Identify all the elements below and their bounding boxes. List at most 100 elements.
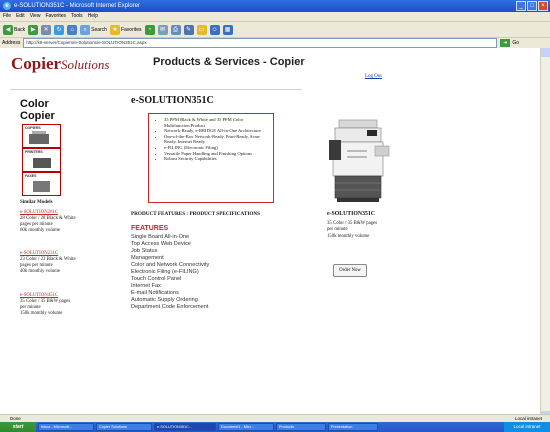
similar-model-line: 40k monthly volume bbox=[20, 269, 60, 274]
thumb-copiers[interactable]: COPIERS bbox=[22, 124, 61, 148]
sidebar-title: Color Copier bbox=[20, 98, 55, 122]
feature-highlights-box: 35 PPM Black & White and 35 PPM Color Mu… bbox=[148, 113, 274, 203]
product-tabs[interactable]: PRODUCT FEATURES : PRODUCT SPECIFICATION… bbox=[131, 211, 260, 217]
favorites-label: Favorites bbox=[120, 26, 142, 33]
similar-models-label: Similar Models bbox=[20, 200, 53, 205]
folder-icon[interactable]: ▭ bbox=[196, 24, 207, 35]
thumb-copiers-label: COPIERS bbox=[25, 126, 41, 130]
feature-item: Automatic Supply Ordering bbox=[131, 297, 198, 303]
star-icon: ★ bbox=[109, 24, 120, 35]
taskbar-item-active[interactable]: e-SOLUTION351C... bbox=[154, 423, 216, 431]
feature-item: Management bbox=[131, 255, 164, 261]
search-label: Search bbox=[91, 26, 107, 33]
menu-view[interactable]: View bbox=[30, 12, 41, 21]
start-button[interactable]: start bbox=[0, 422, 36, 432]
maximize-button[interactable]: □ bbox=[527, 1, 537, 11]
sidebar-title-line2: Copier bbox=[20, 110, 55, 122]
taskbar-item[interactable]: Inbox - Microsoft... bbox=[38, 423, 94, 431]
feature-highlight-item: One-of-the-Box Network-Ready, Print-Read… bbox=[164, 134, 269, 145]
features-heading: FEATURES bbox=[131, 225, 169, 232]
feature-item: Job Status bbox=[131, 248, 158, 254]
close-button[interactable]: × bbox=[538, 1, 548, 11]
similar-model-item: e-SOLUTION451C 35 Color / 35 B&W pages p… bbox=[20, 293, 110, 317]
feature-item: Single Board All-in-One bbox=[131, 234, 190, 240]
window-controls: _ □ × bbox=[516, 1, 548, 11]
menu-help[interactable]: Help bbox=[88, 12, 98, 21]
address-label: Address bbox=[2, 40, 21, 46]
site-logo[interactable]: CopierSolutions bbox=[11, 54, 109, 74]
search-button[interactable]: ⌕ Search bbox=[80, 24, 107, 36]
taskbar-item[interactable]: Presentation bbox=[328, 423, 378, 431]
feature-highlight-item: Network-Ready, e-BRIDGE All-in-One Archi… bbox=[164, 128, 269, 134]
feature-item: Electronic Filing (e-FILING) bbox=[131, 269, 199, 275]
status-text: Done bbox=[10, 416, 21, 421]
research-icon[interactable]: ▦ bbox=[222, 24, 233, 35]
menu-tools[interactable]: Tools bbox=[71, 12, 83, 21]
taskbar-item[interactable]: Document1 - Micr... bbox=[218, 423, 274, 431]
go-button[interactable]: ➜ bbox=[500, 39, 511, 47]
favorites-button[interactable]: ★ Favorites bbox=[109, 24, 142, 36]
logo-main: Copier bbox=[11, 54, 62, 73]
forward-arrow-icon[interactable]: ▶ bbox=[28, 24, 39, 35]
go-label[interactable]: Go bbox=[512, 40, 519, 46]
logout-link[interactable]: Log Out bbox=[365, 74, 382, 79]
order-now-button[interactable]: Order Now bbox=[333, 264, 367, 277]
browser-toolbar: ◀ Back ▶ ✕ ↻ ⌂ ⌕ Search ★ Favorites ◔ ✉ … bbox=[0, 21, 550, 37]
thumb-faxes-label: FAXES bbox=[25, 174, 37, 178]
status-bar: Done Local intranet bbox=[0, 414, 550, 422]
features-list: Single Board All-in-One Top Access Web D… bbox=[131, 234, 209, 311]
window-titlebar: e e-SOLUTION351C - Microsoft Internet Ex… bbox=[0, 0, 550, 12]
taskbar-item[interactable]: Copier Solutions bbox=[96, 423, 152, 431]
system-tray: Local intranet bbox=[504, 422, 550, 432]
fax-thumb-icon bbox=[33, 181, 50, 192]
similar-model-line: 150k monthly volume bbox=[20, 311, 63, 316]
print-icon[interactable]: ⎙ bbox=[170, 24, 181, 35]
page-content: CopierSolutions Products & Services - Co… bbox=[0, 48, 550, 420]
similar-model-item: e-SOLUTION281C 28 Color / 28 Black & Whi… bbox=[20, 210, 110, 234]
refresh-icon[interactable]: ↻ bbox=[54, 24, 65, 35]
feature-item: Internet Fax bbox=[131, 283, 161, 289]
copier-thumb-icon bbox=[29, 134, 49, 144]
feature-item: Department Code Enforcement bbox=[131, 304, 209, 310]
back-label: Back bbox=[14, 26, 26, 33]
address-input[interactable]: http://k8-server/Copiers/e-Solutions/e-S… bbox=[23, 38, 498, 48]
window-title: e-SOLUTION351C - Microsoft Internet Expl… bbox=[14, 3, 141, 9]
menu-edit[interactable]: Edit bbox=[16, 12, 25, 21]
windows-taskbar: start Inbox - Microsoft... Copier Soluti… bbox=[0, 422, 550, 432]
product-summary-title: e-SOLUTION351C bbox=[327, 211, 375, 217]
history-icon[interactable]: ◔ bbox=[144, 24, 155, 35]
sidebar-title-line1: Color bbox=[20, 98, 49, 110]
logo-sub: Solutions bbox=[61, 57, 110, 72]
scroll-up-button[interactable] bbox=[541, 48, 550, 57]
thumb-faxes[interactable]: FAXES bbox=[22, 172, 61, 196]
thumb-printers[interactable]: PRINTERS bbox=[22, 148, 61, 172]
feature-item: E-mail Notifications bbox=[131, 290, 179, 296]
messenger-icon[interactable]: ☺ bbox=[209, 24, 220, 35]
menu-bar: File Edit View Favorites Tools Help bbox=[0, 12, 550, 21]
thumb-printers-label: PRINTERS bbox=[25, 150, 43, 154]
minimize-button[interactable]: _ bbox=[516, 1, 526, 11]
feature-highlights-list: 35 PPM Black & White and 35 PPM Color Mu… bbox=[159, 117, 269, 162]
back-button[interactable]: ◀ Back bbox=[3, 24, 25, 36]
menu-favorites[interactable]: Favorites bbox=[45, 12, 66, 21]
stop-icon[interactable]: ✕ bbox=[41, 24, 52, 35]
similar-model-item: e-SOLUTION231C 23 Color / 23 Black & Whi… bbox=[20, 251, 110, 275]
product-title: e-SOLUTION351C bbox=[131, 95, 214, 106]
feature-item: Touch Control Panel bbox=[131, 276, 182, 282]
address-bar: Address http://k8-server/Copiers/e-Solut… bbox=[0, 37, 550, 48]
home-icon[interactable]: ⌂ bbox=[67, 24, 78, 35]
taskbar-item[interactable]: Products bbox=[276, 423, 326, 431]
vertical-scrollbar[interactable] bbox=[540, 48, 550, 420]
feature-highlight-item: 35 PPM Black & White and 35 PPM Color Mu… bbox=[164, 117, 269, 128]
copier-product-image bbox=[329, 119, 390, 202]
feature-item: Top Access Web Device bbox=[131, 241, 191, 247]
back-arrow-icon: ◀ bbox=[3, 24, 13, 35]
header-divider bbox=[10, 89, 302, 90]
menu-file[interactable]: File bbox=[3, 12, 11, 21]
page-title: Products & Services - Copier bbox=[153, 56, 305, 68]
similar-model-line: 60k monthly volume bbox=[20, 228, 60, 233]
feature-highlight-item: Robust Security Capabilities bbox=[164, 156, 269, 162]
product-summary-line: 150k monthly volume bbox=[327, 233, 370, 239]
edit-icon[interactable]: ✎ bbox=[183, 24, 194, 35]
mail-icon[interactable]: ✉ bbox=[157, 24, 168, 35]
